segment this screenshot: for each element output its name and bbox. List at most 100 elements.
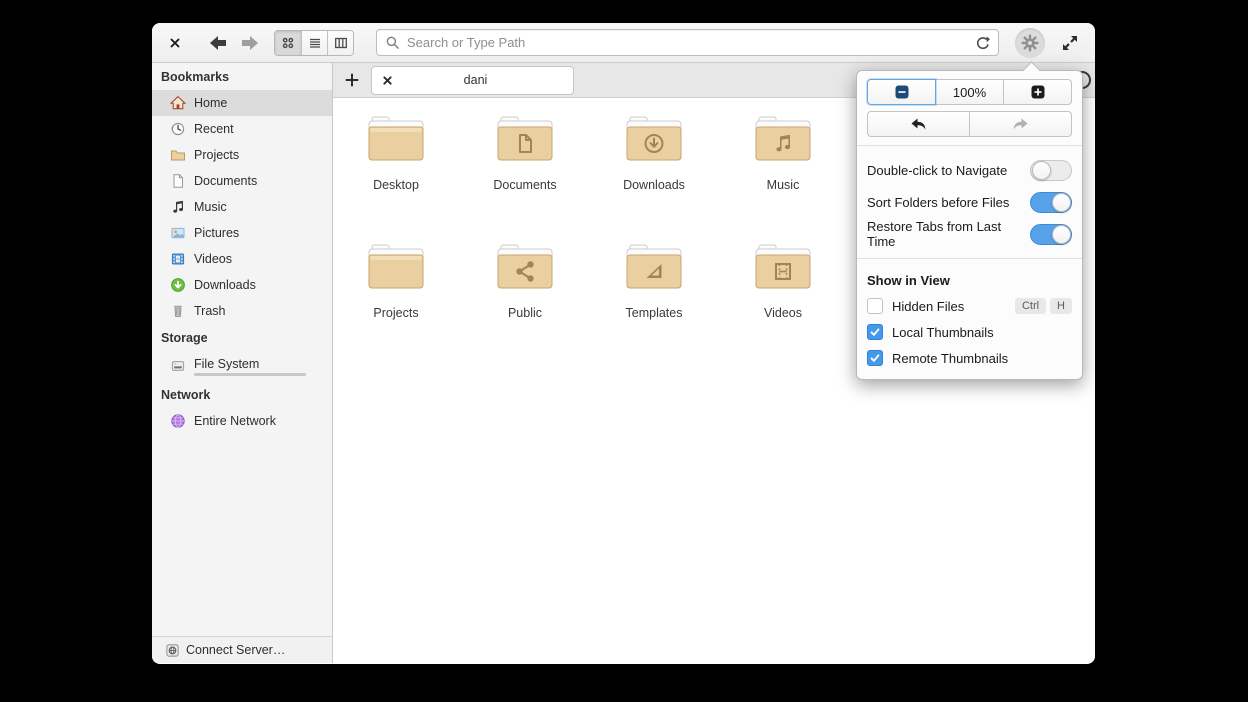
menu-item-restore-tabs[interactable]: Restore Tabs from Last Time <box>867 218 1072 250</box>
remote-thumbnails-checkbox[interactable] <box>867 350 883 366</box>
connect-server-button[interactable]: Connect Server… <box>152 636 332 663</box>
folder-templates-icon <box>626 244 682 289</box>
fullscreen-icon <box>1063 35 1077 50</box>
sidebar-item-label: Videos <box>194 252 232 266</box>
column-view-button[interactable] <box>327 30 353 55</box>
sidebar-item-trash[interactable]: Trash <box>152 298 332 324</box>
checkbox-label: Remote Thumbnails <box>892 350 1009 366</box>
menu-item-local-thumbnails[interactable]: Local Thumbnails <box>867 319 1072 345</box>
file-manager-window: Bookmarks Home Recent <box>152 23 1095 664</box>
zoom-control: 100% <box>867 79 1072 105</box>
sidebar-item-label: Home <box>194 96 228 110</box>
menu-item-sort-folders-before-files[interactable]: Sort Folders before Files <box>867 186 1072 218</box>
connect-server-icon <box>166 643 179 657</box>
undo-icon <box>911 118 926 130</box>
checkmark-icon <box>870 328 880 336</box>
folder-public-icon <box>497 244 553 289</box>
file-name: Public <box>507 306 543 320</box>
folder-icon <box>171 150 185 161</box>
menu-item-hidden-files[interactable]: Hidden Files Ctrl H <box>867 293 1072 319</box>
list-view-button[interactable] <box>301 30 327 55</box>
forward-button[interactable] <box>240 34 260 52</box>
restore-tabs-toggle[interactable] <box>1030 223 1072 245</box>
file-item-public[interactable]: Public <box>467 242 583 320</box>
settings-popover: 100% Double-click to Navigate Sort Folde… <box>856 70 1083 380</box>
search-bar <box>376 29 999 56</box>
refresh-icon[interactable] <box>974 35 990 51</box>
view-switcher <box>274 29 354 56</box>
sidebar-item-label: Documents <box>194 174 258 188</box>
home-icon <box>170 95 186 110</box>
undo-button[interactable] <box>867 111 970 137</box>
menu-item-remote-thumbnails[interactable]: Remote Thumbnails <box>867 345 1072 371</box>
forward-arrow-icon <box>242 35 258 50</box>
new-tab-button[interactable] <box>337 65 367 95</box>
checkbox-label: Hidden Files <box>892 298 965 314</box>
sidebar-item-label: Trash <box>194 304 226 318</box>
sidebar-item-videos[interactable]: Videos <box>152 246 332 272</box>
sidebar-header-bookmarks: Bookmarks <box>161 69 230 84</box>
redo-button[interactable] <box>969 111 1072 137</box>
close-icon <box>170 38 180 47</box>
sidebar-item-downloads[interactable]: Downloads <box>152 272 332 298</box>
sidebar-item-pictures[interactable]: Pictures <box>152 220 332 246</box>
sidebar-item-documents[interactable]: Documents <box>152 168 332 194</box>
sidebar-item-home[interactable]: Home <box>152 90 332 116</box>
toggle-knob <box>1031 161 1051 180</box>
sidebar-item-entire-network[interactable]: Entire Network <box>152 408 332 434</box>
file-item-templates[interactable]: Templates <box>596 242 712 320</box>
double-click-toggle[interactable] <box>1030 159 1072 181</box>
file-item-downloads[interactable]: Downloads <box>596 114 712 192</box>
recent-clock-icon <box>171 122 185 136</box>
file-item-documents[interactable]: Documents <box>467 114 583 192</box>
tab-title: dani <box>463 73 488 87</box>
zoom-level-text: 100% <box>952 84 987 100</box>
file-name: Projects <box>373 306 419 320</box>
sidebar-item-recent[interactable]: Recent <box>152 116 332 142</box>
back-arrow-icon <box>210 35 226 50</box>
zoom-in-button[interactable] <box>1003 79 1072 105</box>
grid-view-icon <box>282 37 294 48</box>
zoom-out-icon <box>895 85 908 99</box>
zoom-level-display[interactable]: 100% <box>935 79 1004 105</box>
sidebar-item-label: Recent <box>194 122 234 136</box>
sort-folders-toggle[interactable] <box>1030 191 1072 213</box>
tab-close-icon <box>382 75 392 85</box>
popover-separator <box>857 145 1082 146</box>
folder-icon <box>368 244 424 289</box>
menu-item-double-click-to-navigate[interactable]: Double-click to Navigate <box>867 154 1072 186</box>
disk-usage-bar <box>194 372 306 376</box>
window-close-button[interactable] <box>164 32 186 54</box>
file-item-videos[interactable]: Videos <box>725 242 841 320</box>
file-name: Documents <box>493 178 557 192</box>
file-name: Music <box>766 178 800 192</box>
shortcut-key-ctrl: Ctrl <box>1014 298 1047 314</box>
sidebar-item-music[interactable]: Music <box>152 194 332 220</box>
tab-dani[interactable]: dani <box>371 65 574 95</box>
sidebar-item-label: Projects <box>194 148 240 162</box>
redo-icon <box>1013 118 1028 130</box>
sidebar-item-file-system[interactable]: File System <box>152 351 332 381</box>
back-button[interactable] <box>208 34 228 52</box>
tab-close-button[interactable] <box>372 75 402 86</box>
search-input[interactable] <box>407 35 974 50</box>
file-item-music[interactable]: Music <box>725 114 841 192</box>
toggle-label: Sort Folders before Files <box>867 194 1010 210</box>
checkbox-label: Local Thumbnails <box>892 324 994 340</box>
file-item-projects[interactable]: Projects <box>338 242 454 320</box>
zoom-out-button[interactable] <box>867 79 936 105</box>
sidebar-item-projects[interactable]: Projects <box>152 142 332 168</box>
toolbar <box>152 23 1095 63</box>
local-thumbnails-checkbox[interactable] <box>867 324 883 340</box>
list-view-icon <box>309 38 320 48</box>
folder-icon <box>368 116 424 161</box>
grid-view-button[interactable] <box>275 30 301 55</box>
music-note-icon <box>173 200 183 213</box>
search-icon <box>386 36 399 49</box>
file-item-desktop[interactable]: Desktop <box>338 114 454 192</box>
fullscreen-button[interactable] <box>1057 30 1083 56</box>
hidden-files-checkbox[interactable] <box>867 298 883 314</box>
settings-button[interactable] <box>1015 27 1045 58</box>
toggle-label: Restore Tabs from Last Time <box>867 219 1002 249</box>
toggle-knob <box>1051 225 1071 244</box>
